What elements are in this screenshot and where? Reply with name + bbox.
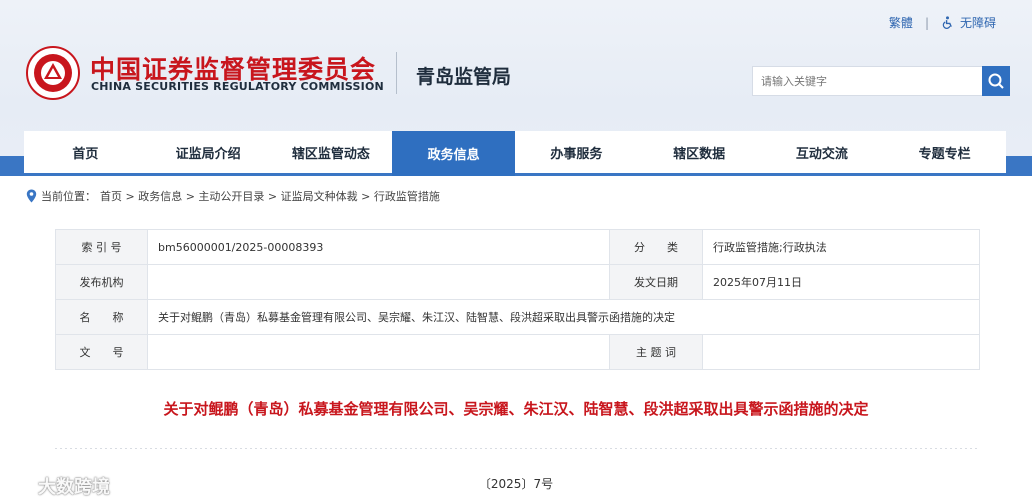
nav-item-home[interactable]: 首页 — [24, 131, 147, 173]
nav-item-regional-news[interactable]: 辖区监管动态 — [270, 131, 393, 173]
publisher-label: 发布机构 — [55, 264, 148, 300]
keywords-label: 主 题 词 — [609, 334, 703, 370]
main-nav: 首页 证监局介绍 辖区监管动态 政务信息 办事服务 辖区数据 互动交流 专题专栏 — [24, 131, 1006, 176]
breadcrumb-path[interactable]: 首页 > 政务信息 > 主动公开目录 > 证监局文种体裁 > 行政监管措施 — [100, 188, 440, 204]
table-row: 名 称 关于对鲲鹏（青岛）私募基金管理有限公司、吴宗耀、朱江汉、陆智慧、段洪超采… — [55, 299, 980, 335]
search-button[interactable] — [982, 66, 1010, 96]
index-label: 索 引 号 — [55, 229, 148, 265]
watermark-text: 大数跨境 — [38, 477, 110, 498]
breadcrumb: 当前位置： 首页 > 政务信息 > 主动公开目录 > 证监局文种体裁 > 行政监… — [26, 188, 440, 204]
docno-value — [147, 334, 610, 370]
accessibility-link[interactable]: 无障碍 — [960, 14, 996, 31]
name-label: 名 称 — [55, 299, 148, 335]
docno-label: 文 号 — [55, 334, 148, 370]
search-box — [752, 66, 1010, 96]
watermark: 大数跨境 — [14, 473, 110, 499]
nav-item-special-topics[interactable]: 专题专栏 — [883, 131, 1006, 173]
traditional-chinese-link[interactable]: 繁體 — [889, 14, 913, 31]
nav-item-interaction[interactable]: 互动交流 — [761, 131, 884, 173]
search-input[interactable] — [752, 66, 982, 96]
search-icon — [988, 73, 1004, 89]
accessibility-icon — [942, 16, 952, 29]
csrc-logo[interactable] — [26, 46, 80, 100]
table-row: 索 引 号 bm56000001/2025-00008393 分 类 行政监管措… — [55, 229, 980, 265]
bureau-name: 青岛监管局 — [416, 66, 512, 88]
top-links: 繁體 | 无障碍 — [889, 14, 996, 31]
name-value: 关于对鲲鹏（青岛）私募基金管理有限公司、吴宗耀、朱江汉、陆智慧、段洪超采取出具警… — [147, 299, 980, 335]
document-number: 〔2025〕7号 — [478, 477, 554, 491]
location-pin-icon — [26, 189, 37, 203]
document-info-table: 索 引 号 bm56000001/2025-00008393 分 类 行政监管措… — [55, 229, 980, 370]
title-divider — [396, 52, 397, 94]
category-value: 行政监管措施;行政执法 — [702, 229, 980, 265]
document-divider — [55, 448, 980, 449]
table-row: 发布机构 发文日期 2025年07月11日 — [55, 264, 980, 300]
table-row: 文 号 主 题 词 — [55, 334, 980, 370]
nav-band-right — [1006, 156, 1032, 176]
publisher-value — [147, 264, 610, 300]
date-value: 2025年07月11日 — [702, 264, 980, 300]
nav-item-government-info[interactable]: 政务信息 — [392, 131, 515, 176]
date-label: 发文日期 — [609, 264, 703, 300]
index-value: bm56000001/2025-00008393 — [147, 229, 610, 265]
top-links-separator: | — [924, 15, 929, 30]
nav-item-services[interactable]: 办事服务 — [515, 131, 638, 173]
keywords-value — [702, 334, 980, 370]
nav-item-about[interactable]: 证监局介绍 — [147, 131, 270, 173]
nav-item-regional-data[interactable]: 辖区数据 — [638, 131, 761, 173]
category-label: 分 类 — [609, 229, 703, 265]
watermark-logo-icon — [14, 478, 34, 493]
site-title-en: CHINA SECURITIES REGULATORY COMMISSION — [91, 80, 384, 93]
breadcrumb-prefix: 当前位置： — [41, 190, 96, 203]
document-title: 关于对鲲鹏（青岛）私募基金管理有限公司、吴宗耀、朱江汉、陆智慧、段洪超采取出具警… — [163, 400, 869, 418]
nav-band-left — [0, 156, 24, 176]
